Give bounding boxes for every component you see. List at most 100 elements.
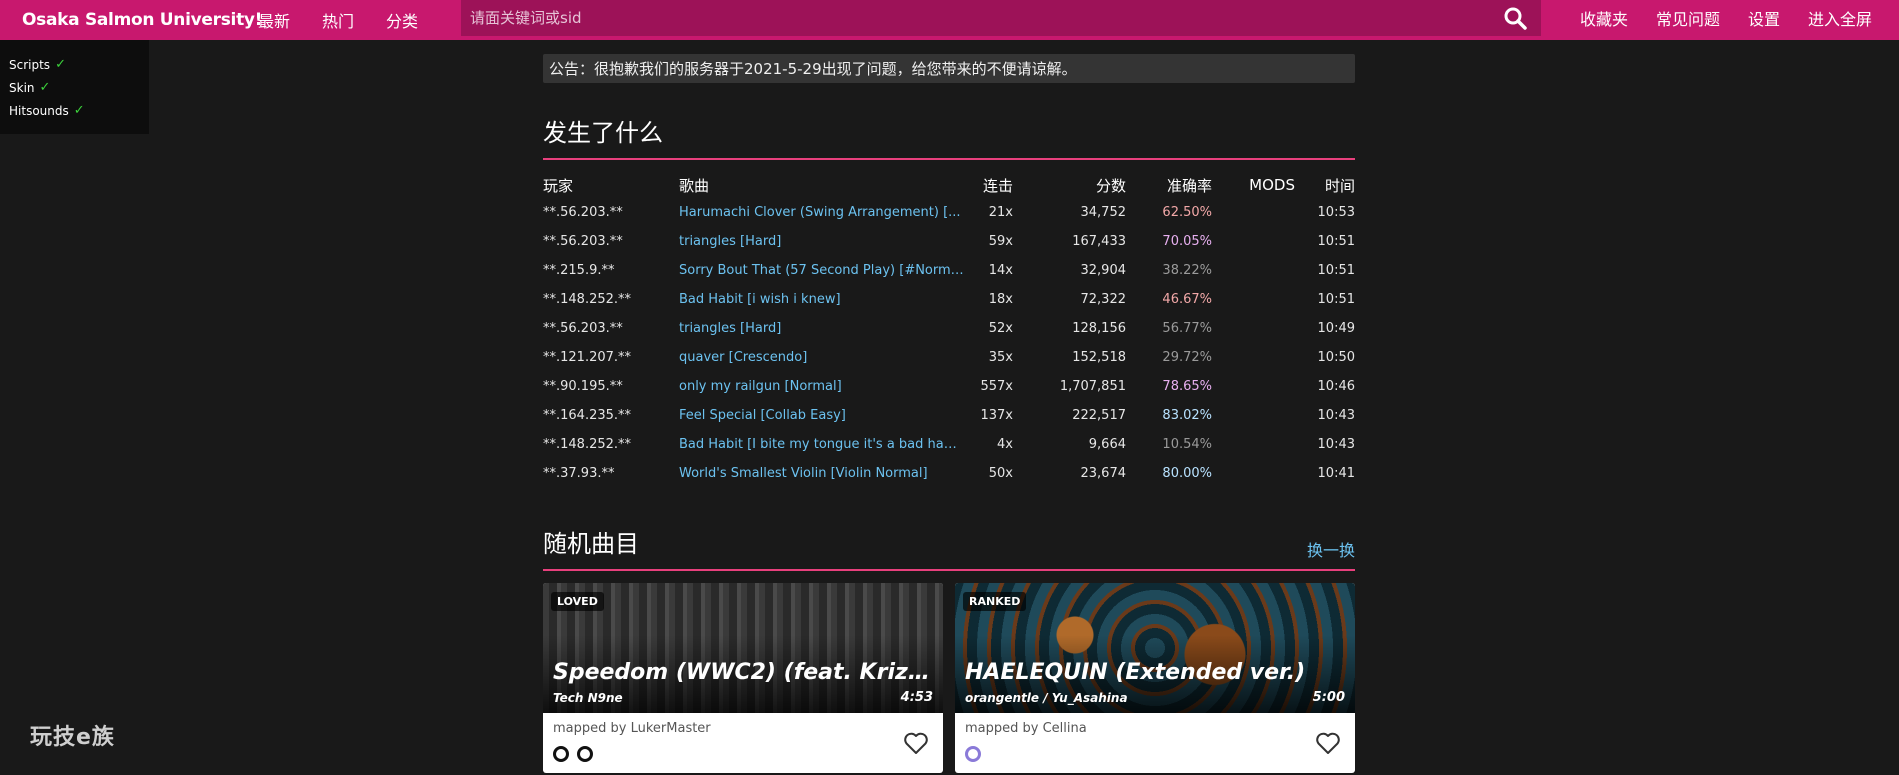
nav-link-latest[interactable]: 最新 [258, 8, 290, 32]
song-link[interactable]: triangles [Hard] [679, 321, 964, 336]
song-length: 4:53 [900, 690, 933, 705]
song-link[interactable]: World's Smallest Violin [Violin Normal] [679, 466, 964, 481]
score-value: 32,904 [1080, 263, 1127, 278]
accuracy-value: 70.05% [1162, 234, 1212, 249]
option-label: Hitsounds [9, 103, 69, 118]
status-badge: RANKED [963, 592, 1027, 611]
accuracy-value: 10.54% [1162, 437, 1212, 452]
option-skin[interactable]: Skin ✓ [9, 76, 149, 99]
heart-icon[interactable] [1315, 731, 1341, 755]
difficulty-icon[interactable] [577, 746, 593, 762]
col-combo: 连击 [982, 176, 1013, 195]
search-button[interactable] [1489, 0, 1541, 36]
time-value: 10:51 [1317, 292, 1355, 307]
announcement-bar: 公告：很抱歉我们的服务器于2021-5-29出现了问题，给您带来的不便请谅解。 [543, 54, 1355, 83]
col-player: 玩家 [543, 176, 574, 195]
song-artist: orangentle / Yu_Asahina [965, 691, 1128, 705]
search-input[interactable] [461, 0, 1489, 36]
table-row: **.148.252.** Bad Habit [i wish i knew] 18… [543, 285, 1355, 314]
option-label: Scripts [9, 57, 51, 72]
combo-value: 14x [988, 263, 1013, 278]
accuracy-value: 83.02% [1162, 408, 1212, 423]
table-row: **.56.203.** triangles [Hard] 59x 167,433 70… [543, 227, 1355, 256]
table-row: **.148.252.** Bad Habit [I bite my tongue… [543, 430, 1355, 459]
score-value: 128,156 [1072, 321, 1126, 336]
combo-value: 18x [988, 292, 1013, 307]
song-link[interactable]: Sorry Bout That (57 Second Play) [#Norma… [679, 263, 964, 278]
option-scripts[interactable]: Scripts ✓ [9, 53, 149, 76]
accuracy-value: 78.65% [1162, 379, 1212, 394]
nav-link-categories[interactable]: 分类 [386, 8, 418, 32]
score-value: 34,752 [1080, 205, 1127, 220]
check-icon: ✓ [55, 57, 66, 72]
skin-options-panel: Scripts ✓ Skin ✓ Hitsounds ✓ [0, 40, 149, 134]
nav-link-faq[interactable]: 常见问题 [1656, 6, 1720, 30]
col-score: 分数 [1095, 176, 1126, 195]
score-value: 222,517 [1072, 408, 1126, 423]
main-content: 公告：很抱歉我们的服务器于2021-5-29出现了问题，给您带来的不便请谅解。 … [543, 54, 1355, 773]
status-badge: LOVED [551, 592, 604, 611]
player-ip: **.148.252.** [543, 437, 632, 452]
check-icon: ✓ [73, 103, 85, 118]
col-mods: MODS [1249, 176, 1295, 194]
player-ip: **.215.9.** [543, 263, 615, 278]
song-link[interactable]: Bad Habit [I bite my tongue it's a bad h… [679, 437, 964, 452]
combo-value: 35x [988, 350, 1013, 365]
combo-value: 50x [988, 466, 1013, 481]
player-ip: **.56.203.** [543, 234, 623, 249]
song-card[interactable]: RANKED HAELEQUIN (Extended ver.) orangen… [955, 583, 1355, 773]
option-hitsounds[interactable]: Hitsounds ✓ [9, 99, 149, 122]
table-row: **.56.203.** triangles [Hard] 52x 128,156 56… [543, 314, 1355, 343]
right-nav-links: 收藏夹 常见问题 设置 进入全屏 [1580, 0, 1899, 36]
difficulty-icon[interactable] [553, 746, 569, 762]
player-ip: **.90.195.** [543, 379, 623, 394]
score-value: 152,518 [1072, 350, 1126, 365]
check-icon: ✓ [39, 80, 51, 95]
score-value: 72,322 [1080, 292, 1127, 307]
accuracy-value: 62.50% [1162, 205, 1212, 220]
col-song: 歌曲 [679, 176, 710, 195]
brand-logo[interactable]: Osaka Salmon University! [22, 10, 262, 30]
time-value: 10:51 [1317, 263, 1355, 278]
table-header: 玩家 歌曲 连击 分数 准确率 MODS 时间 [543, 172, 1355, 198]
mapper-name: mapped by Cellina [965, 721, 1087, 736]
heart-icon[interactable] [903, 731, 929, 755]
score-value: 1,707,851 [1059, 379, 1126, 394]
top-nav: Osaka Salmon University! 最新 热门 分类 收藏夹 常见… [0, 0, 1899, 40]
random-songs: LOVED Speedom (WWC2) (feat. Krizz Kaliko… [543, 583, 1355, 773]
table-row: **.121.207.** quaver [Crescendo] 35x 152,51… [543, 343, 1355, 372]
song-title: HAELEQUIN (Extended ver.) [965, 660, 1306, 685]
nav-link-settings[interactable]: 设置 [1748, 6, 1780, 30]
combo-value: 4x [997, 437, 1013, 452]
time-value: 10:43 [1317, 408, 1355, 423]
search-bar [461, 0, 1541, 36]
combo-value: 557x [980, 379, 1013, 394]
player-ip: **.164.235.** [543, 408, 632, 423]
nav-link-popular[interactable]: 热门 [322, 8, 354, 32]
search-icon [1504, 7, 1527, 30]
time-value: 10:50 [1317, 350, 1355, 365]
player-ip: **.148.252.** [543, 292, 632, 307]
score-value: 167,433 [1072, 234, 1126, 249]
combo-value: 59x [988, 234, 1013, 249]
time-value: 10:41 [1317, 466, 1355, 481]
song-cover[interactable]: LOVED Speedom (WWC2) (feat. Krizz Kaliko… [543, 583, 943, 713]
watermark-logo: 玩技e族 [30, 725, 115, 750]
player-ip: **.37.93.** [543, 466, 615, 481]
song-card[interactable]: LOVED Speedom (WWC2) (feat. Krizz Kaliko… [543, 583, 943, 773]
difficulty-icon[interactable] [965, 746, 981, 762]
nav-link-favorites[interactable]: 收藏夹 [1580, 6, 1628, 30]
song-link[interactable]: Bad Habit [i wish i knew] [679, 292, 964, 307]
song-link[interactable]: triangles [Hard] [679, 234, 964, 249]
accuracy-value: 80.00% [1162, 466, 1212, 481]
refresh-link[interactable]: 换一换 [1307, 537, 1355, 561]
song-link[interactable]: Harumachi Clover (Swing Arrangement) [..… [679, 205, 964, 220]
song-link[interactable]: only my railgun [Normal] [679, 379, 964, 394]
nav-link-fullscreen[interactable]: 进入全屏 [1808, 6, 1872, 30]
song-link[interactable]: Feel Special [Collab Easy] [679, 408, 964, 423]
random-section-header: 随机曲目 换一换 [543, 524, 1355, 571]
table-body: **.56.203.** Harumachi Clover (Swing Arra… [543, 198, 1355, 488]
song-link[interactable]: quaver [Crescendo] [679, 350, 964, 365]
song-cover[interactable]: RANKED HAELEQUIN (Extended ver.) orangen… [955, 583, 1355, 713]
card-footer: mapped by LukerMaster [543, 713, 943, 773]
